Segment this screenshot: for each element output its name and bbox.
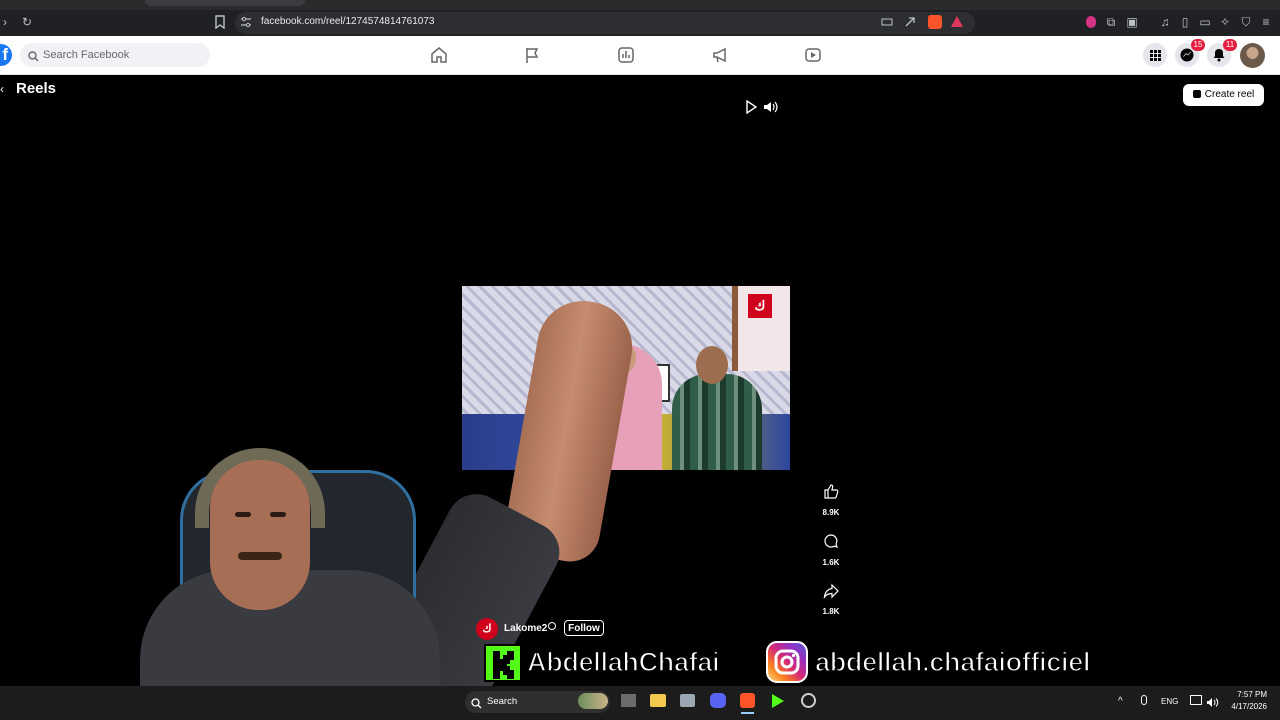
clock-time[interactable]: 7:57 PM [1229,690,1267,699]
brave-rewards-icon[interactable] [951,16,963,27]
like-icon[interactable] [823,483,839,504]
messenger-badge: 15 [1191,39,1205,51]
notifications-badge: 11 [1223,39,1237,51]
streamer-eye-right [270,512,286,517]
extensions-puzzle-icon[interactable]: ⧉ [1103,15,1119,29]
video-icon[interactable] [804,46,822,64]
discord-icon[interactable] [710,693,726,708]
pages-flag-icon[interactable] [523,46,541,64]
camera-app-icon[interactable] [680,694,695,707]
cast-icon[interactable] [879,16,895,30]
home-icon[interactable] [430,46,448,64]
verified-icon [548,622,556,630]
megaphone-icon[interactable] [711,46,729,64]
menu-grid-button[interactable] [1143,43,1167,67]
microphone-icon[interactable] [1141,695,1147,705]
menu-icon[interactable]: ≡ [1258,15,1274,29]
taskbar-search-label: Search [487,696,518,707]
ads-manager-icon[interactable] [617,46,635,64]
brave-browser-icon[interactable] [740,693,755,708]
extension-icon[interactable] [1086,16,1096,28]
leo-ai-icon[interactable]: ✧ [1217,15,1233,29]
active-app-indicator [741,712,754,714]
clock-date[interactable]: 4/17/2026 [1224,702,1267,711]
man-figure [672,374,762,470]
instagram-username: abdellah.chafaiofficiel [814,646,1091,678]
man-head [696,346,728,384]
channel-avatar[interactable]: ك [476,618,498,640]
windows-taskbar [0,686,1280,720]
kick-username: AbdellahChafai [526,646,720,678]
channel-logo: ك [748,294,772,318]
kick-app-icon[interactable] [772,694,784,708]
site-settings-icon[interactable] [238,16,254,30]
forward-icon[interactable]: › [0,15,10,29]
url-text[interactable]: facebook.com/reel/1274574814761073 [261,16,434,27]
brave-shields-icon[interactable] [928,15,942,29]
media-icon[interactable]: ♫ [1157,15,1173,29]
create-reel-icon [1192,90,1201,98]
active-tab[interactable] [145,0,305,6]
share-icon[interactable] [823,583,839,604]
task-view-icon[interactable] [621,694,636,707]
instagram-icon [766,641,808,683]
back-icon[interactable]: ‹ [0,82,4,96]
search-placeholder: Search Facebook [43,49,130,61]
like-count: 8.9K [822,508,840,517]
create-reel-label: Create reel [1204,89,1255,100]
vpn-icon[interactable]: ⛉ [1238,15,1254,29]
streamer-mustache [238,552,282,560]
reload-icon[interactable]: ↻ [19,15,35,29]
network-icon[interactable] [1190,695,1202,705]
profile-avatar[interactable] [1240,43,1265,68]
webcam-overlay [120,448,440,690]
screenshot-icon[interactable]: ▣ [1124,15,1140,29]
page-title: Reels [16,80,57,97]
create-reel-button[interactable]: Create reel [1183,84,1264,106]
taskbar-search-icon [471,696,482,714]
bookmark-icon[interactable] [212,15,228,30]
sidebar-icon[interactable]: ▯ [1177,15,1193,29]
follow-button[interactable]: Follow [564,620,604,636]
kick-icon [484,644,522,682]
speaker-icon[interactable] [1206,695,1220,713]
streamer-eye-left [235,512,251,517]
wallet-icon[interactable]: ▭ [1197,15,1213,29]
share-icon[interactable] [902,16,918,30]
comment-count: 1.6K [822,558,840,567]
obs-icon[interactable] [801,693,816,708]
volume-icon[interactable] [763,100,779,119]
share-count: 1.8K [822,607,840,616]
language-indicator[interactable]: ENG [1161,697,1178,706]
play-icon[interactable] [745,99,758,119]
search-icon [28,49,39,67]
search-highlight-icon [578,693,608,709]
channel-name[interactable]: Lakome2 [504,623,547,634]
file-explorer-icon[interactable] [650,694,666,707]
comment-icon[interactable] [823,533,839,554]
tray-overflow-icon[interactable]: ^ [1118,696,1123,707]
streamer-face [210,460,310,610]
